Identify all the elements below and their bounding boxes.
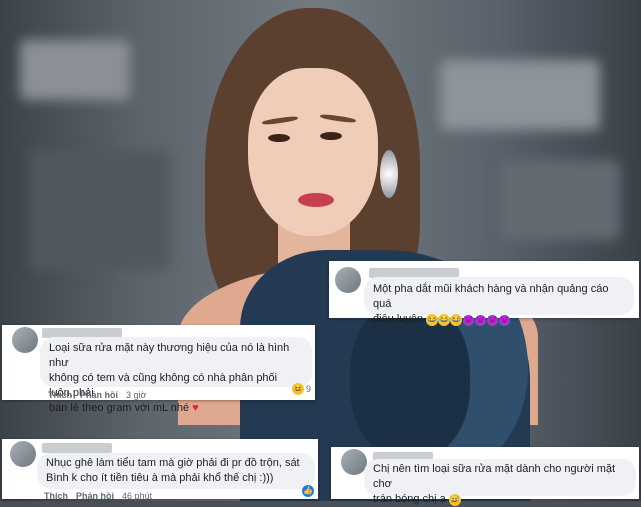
comment-bubble: Loại sữa rửa mặt này thương hiệu của nó … (40, 337, 312, 414)
comment-card-1: Một pha dắt mũi khách hàng và nhận quảng… (329, 261, 639, 326)
comment-actions: Thích Phản hồi 46 phút (44, 491, 152, 501)
earring-shape (380, 150, 398, 198)
comment-text-line: trán bóng chị ạ 😅 (373, 492, 627, 507)
reply-link[interactable]: Phản hồi (76, 491, 114, 501)
comment-time: 46 phút (122, 491, 153, 501)
rofl-emoji-icon: 😂 (450, 314, 463, 326)
face-shape (248, 68, 378, 236)
like-reaction-icon: 👍 (302, 485, 314, 497)
heart-emoji-icon: ♥ (192, 402, 199, 414)
comment-text: điêu luyện (373, 313, 424, 325)
comment-text-line: Một pha dắt mũi khách hàng và nhận quảng… (373, 283, 609, 310)
comment-card-2: Loại sữa rửa mặt này thương hiệu của nó … (2, 325, 315, 414)
rofl-emoji-icon: 😂 (438, 314, 451, 326)
devil-emoji-icon: 😈 (475, 315, 487, 326)
blurred-username (42, 443, 112, 453)
devil-emoji-icon: 😈 (463, 315, 475, 326)
comment-time: 3 giờ (126, 390, 147, 400)
avatar[interactable] (10, 441, 36, 467)
comment-text-line: điêu luyện 😂 😂 😂 😈 😈 😈 😈 (373, 312, 625, 327)
background-photo (0, 0, 641, 501)
comment-text-line: Bình k cho ít tiền tiêu à mà phải khổ th… (46, 472, 274, 484)
reaction-count: 9 (306, 384, 312, 394)
rofl-emoji-icon: 😂 (426, 314, 439, 326)
comment-text: trán bóng chị ạ (373, 493, 446, 505)
sweat-smile-emoji-icon: 😅 (448, 494, 461, 506)
comment-bubble: Nhục ghê làm tiểu tam mà giờ phải đi pr … (37, 453, 315, 489)
reaction-summary[interactable]: 👍 (302, 485, 314, 497)
reply-link[interactable]: Phản hồi (80, 390, 118, 400)
comment-bubble: Chị nên tìm loại sữa rửa mặt dành cho ng… (364, 459, 636, 506)
comment-actions: Thích Phản hồi 3 giờ (48, 390, 146, 400)
like-link[interactable]: Thích (44, 491, 68, 501)
comment-text-line: bán lẻ theo gram với mL nhé ♥ (49, 401, 303, 416)
comment-card-4: Chị nên tìm loại sữa rửa mặt dành cho ng… (331, 447, 639, 506)
avatar[interactable] (335, 267, 361, 293)
avatar[interactable] (12, 327, 38, 353)
devil-emoji-icon: 😈 (499, 315, 511, 326)
like-link[interactable]: Thích (48, 390, 72, 400)
devil-emoji-icon: 😈 (487, 315, 499, 326)
comment-card-3: Nhục ghê làm tiểu tam mà giờ phải đi pr … (2, 439, 318, 501)
reaction-summary[interactable]: 😆 9 (292, 383, 311, 395)
lips-shape (298, 193, 334, 207)
comment-text-line: Chị nên tìm loại sữa rửa mặt dành cho ng… (373, 463, 616, 490)
comment-text-line: Nhục ghê làm tiểu tam mà giờ phải đi pr … (46, 457, 300, 469)
comment-text: bán lẻ theo gram với mL nhé (49, 402, 190, 414)
haha-reaction-icon: 😆 (292, 383, 304, 395)
comment-text-line: Loại sữa rửa mặt này thương hiệu của nó … (49, 342, 290, 369)
comment-bubble: Một pha dắt mũi khách hàng và nhận quảng… (364, 277, 634, 326)
